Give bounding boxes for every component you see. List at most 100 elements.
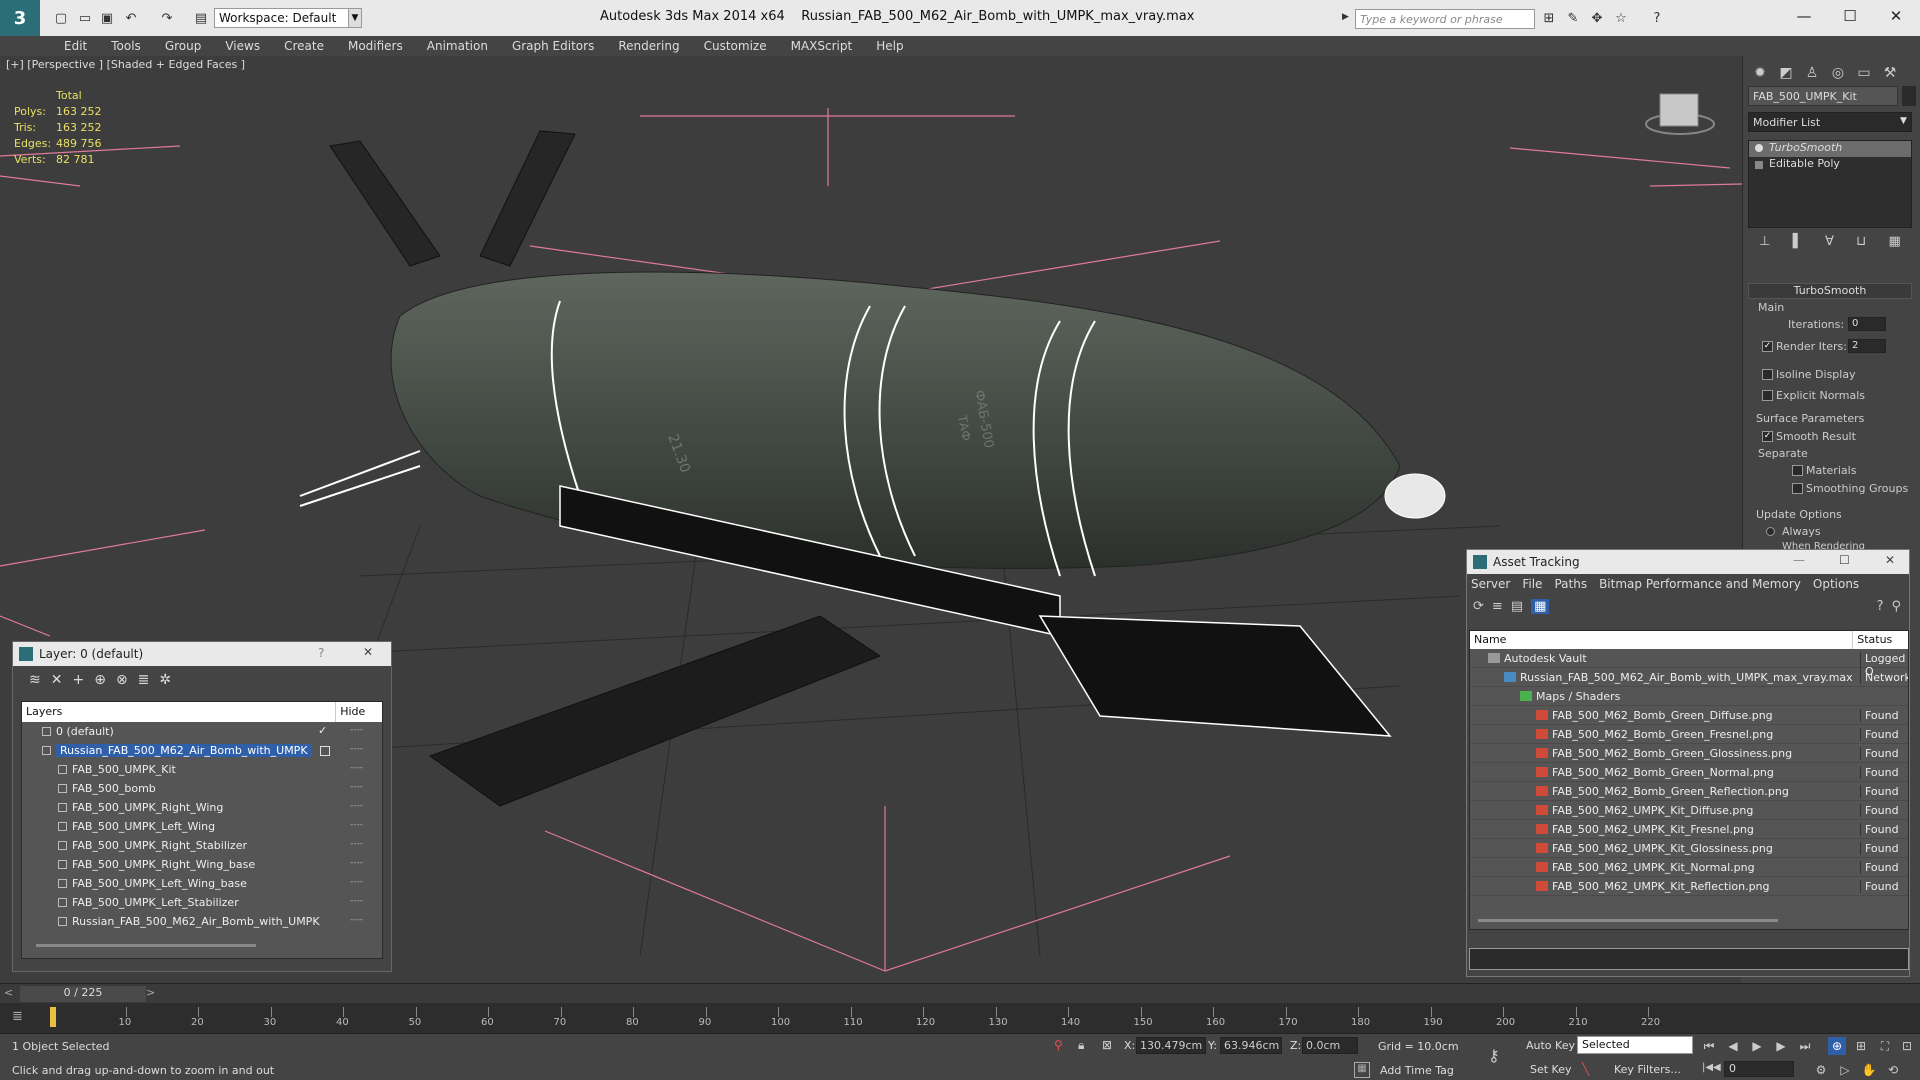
menu-group[interactable]: Group — [153, 36, 214, 56]
hide-toggle[interactable]: ---- — [350, 763, 363, 773]
configure-modifier-sets-icon[interactable]: ▦ — [1889, 234, 1901, 258]
track-bar[interactable]: ≣ 10 20 30 40 50 60 70 80 90 100 110 120 130 140 150 16… — [0, 1003, 1920, 1033]
x-coordinate-field[interactable]: 130.479cm — [1136, 1037, 1206, 1054]
hide-toggle[interactable]: ---- — [350, 820, 363, 830]
isoline-display-checkbox[interactable] — [1762, 369, 1773, 380]
modify-tab-icon[interactable]: ◩ — [1775, 62, 1797, 84]
goto-start-icon[interactable]: ⏮ — [1700, 1037, 1718, 1055]
layers-column-header[interactable]: Layers — [22, 702, 337, 722]
layer-dialog-titlebar[interactable]: Layer: 0 (default) ? ✕ — [13, 642, 391, 666]
asset-row[interactable]: FAB_500_M62_UMPK_Kit_Diffuse.png Found — [1470, 801, 1908, 820]
render-iters-spinner[interactable]: 2 — [1848, 339, 1886, 353]
z-coordinate-field[interactable]: 0.0cm — [1302, 1037, 1358, 1054]
hide-toggle[interactable]: ---- — [350, 915, 363, 925]
layer-row[interactable]: Russian_FAB_500_M62_Air_Bomb_with_UMPK --… — [22, 912, 382, 931]
hide-toggle[interactable]: ---- — [350, 725, 363, 735]
pan-icon[interactable]: ✋ — [1860, 1061, 1878, 1079]
asset-row[interactable]: FAB_500_M62_UMPK_Kit_Glossiness.png Found — [1470, 839, 1908, 858]
help-icon[interactable]: ? — [1877, 599, 1884, 614]
undo-icon[interactable]: ↶ — [122, 9, 140, 27]
asset-row[interactable]: FAB_500_M62_UMPK_Kit_Fresnel.png Found — [1470, 820, 1908, 839]
chevron-down-icon[interactable]: ▼ — [1900, 116, 1907, 126]
set-key-button[interactable]: Set Key — [1530, 1063, 1572, 1076]
asset-menu-options[interactable]: Options — [1813, 577, 1859, 591]
asset-row[interactable]: Russian_FAB_500_M62_Air_Bomb_with_UMPK_m… — [1470, 668, 1908, 687]
viewport-label[interactable]: [+] [Perspective ] [Shaded + Edged Faces… — [6, 58, 245, 71]
asset-row[interactable]: FAB_500_M62_UMPK_Kit_Reflection.png Found — [1470, 877, 1908, 896]
asset-menu-server[interactable]: Server — [1471, 577, 1510, 591]
asset-menu-file[interactable]: File — [1522, 577, 1542, 591]
minimize-button[interactable]: — — [1784, 4, 1824, 28]
maximize-button[interactable]: ☐ — [1830, 4, 1870, 28]
menu-edit[interactable]: Edit — [52, 36, 99, 56]
menu-graph-editors[interactable]: Graph Editors — [500, 36, 606, 56]
project-folder-icon[interactable]: ▤ — [192, 9, 210, 27]
absolute-mode-icon[interactable]: ⊠ — [1102, 1038, 1112, 1052]
time-slider-next-icon[interactable]: > — [146, 986, 155, 999]
hide-toggle[interactable]: ---- — [350, 858, 363, 868]
layer-row[interactable]: FAB_500_UMPK_Left_Stabilizer ---- — [22, 893, 382, 912]
asset-row[interactable]: FAB_500_M62_UMPK_Kit_Normal.png Found — [1470, 858, 1908, 877]
layer-row[interactable]: FAB_500_UMPK_Left_Wing ---- — [22, 817, 382, 836]
name-column-header[interactable]: Name — [1470, 631, 1854, 649]
search-arrow-icon[interactable]: ▶ — [1342, 12, 1349, 22]
hide-toggle[interactable]: ---- — [350, 896, 363, 906]
layer-row[interactable]: Russian_FAB_500_M62_Air_Bomb_with_UMPK --… — [22, 741, 382, 760]
close-button[interactable]: ✕ — [1885, 553, 1895, 567]
pin-stack-icon[interactable]: ⊥ — [1759, 234, 1770, 258]
layer-row[interactable]: 0 (default) ✓ ---- — [22, 722, 382, 741]
asset-menu-paths[interactable]: Paths — [1554, 577, 1587, 591]
key-mode-dropdown[interactable]: Selected — [1577, 1036, 1693, 1054]
isolate-icon[interactable]: ⚲ — [1054, 1038, 1063, 1052]
lightbulb-icon[interactable] — [1755, 144, 1763, 152]
smooth-result-checkbox[interactable]: ✓ — [1762, 431, 1773, 442]
zoom-all-icon[interactable]: ⊞ — [1852, 1037, 1870, 1055]
horizontal-scrollbar[interactable] — [1478, 919, 1778, 922]
save-icon[interactable]: ▣ — [98, 9, 116, 27]
binoculars-icon[interactable]: ⊞ — [1540, 9, 1558, 27]
layer-row[interactable]: FAB_500_bomb ---- — [22, 779, 382, 798]
time-slider[interactable] — [0, 983, 1920, 1003]
prev-key-icon[interactable]: |◀◀ — [1702, 1062, 1721, 1073]
previous-frame-icon[interactable]: ◀ — [1724, 1037, 1742, 1055]
layer-row[interactable]: FAB_500_UMPK_Left_Wing_base ---- — [22, 874, 382, 893]
help-icon[interactable]: ? — [1648, 9, 1666, 27]
next-frame-icon[interactable]: ▶ — [1772, 1037, 1790, 1055]
asset-row[interactable]: FAB_500_M62_Bomb_Green_Diffuse.png Found — [1470, 706, 1908, 725]
list-view-icon[interactable]: ≡ — [1492, 599, 1503, 614]
explicit-normals-checkbox[interactable] — [1762, 390, 1773, 401]
highlight-layer-icon[interactable]: ⊗ — [116, 672, 128, 688]
field-of-view-icon[interactable]: ▷ — [1836, 1061, 1854, 1079]
pin-icon[interactable]: ⚲ — [1891, 599, 1901, 614]
refresh-icon[interactable]: ⟳ — [1473, 599, 1484, 614]
asset-row[interactable]: FAB_500_M62_Bomb_Green_Normal.png Found — [1470, 763, 1908, 782]
play-icon[interactable]: ▶ — [1748, 1037, 1766, 1055]
asset-row[interactable]: FAB_500_M62_Bomb_Green_Glossiness.png Fou… — [1470, 744, 1908, 763]
render-iters-checkbox[interactable]: ✓ — [1762, 341, 1773, 352]
iterations-spinner[interactable]: 0 — [1848, 317, 1886, 331]
add-time-tag-button[interactable]: Add Time Tag — [1380, 1064, 1454, 1077]
asset-dialog-titlebar[interactable]: Asset Tracking — ☐ ✕ — [1467, 550, 1909, 574]
time-slider-thumb[interactable]: 0 / 225 — [20, 986, 146, 1002]
menu-maxscript[interactable]: MAXScript — [779, 36, 865, 56]
time-tag-icon[interactable]: ▦ — [1354, 1062, 1370, 1078]
asset-menu-bitmap-performance[interactable]: Bitmap Performance and Memory — [1599, 577, 1801, 591]
help-button[interactable]: ? — [318, 646, 324, 660]
hide-toggle[interactable]: ---- — [350, 782, 363, 792]
y-coordinate-field[interactable]: 63.946cm — [1220, 1037, 1282, 1054]
minimize-button[interactable]: — — [1793, 553, 1805, 567]
create-tab-icon[interactable]: ✹ — [1749, 62, 1771, 84]
active-layer-checkmark[interactable]: ✓ — [318, 724, 327, 737]
hide-column-header[interactable]: Hide — [336, 702, 382, 722]
zoom-extents-icon[interactable]: ⛶ — [1876, 1037, 1894, 1055]
show-end-result-icon[interactable]: ▌ — [1793, 234, 1803, 258]
hide-toggle[interactable]: ---- — [350, 801, 363, 811]
make-unique-icon[interactable]: ∀ — [1825, 234, 1834, 258]
remove-modifier-icon[interactable]: ⊔ — [1856, 234, 1866, 258]
hide-toggle[interactable]: ---- — [350, 744, 363, 754]
menu-views[interactable]: Views — [213, 36, 272, 56]
tools-icon[interactable]: ✎ — [1564, 9, 1582, 27]
set-current-layer-checkbox[interactable] — [320, 746, 330, 756]
menu-tools[interactable]: Tools — [99, 36, 153, 56]
layer-row[interactable]: FAB_500_UMPK_Right_Wing_base ---- — [22, 855, 382, 874]
